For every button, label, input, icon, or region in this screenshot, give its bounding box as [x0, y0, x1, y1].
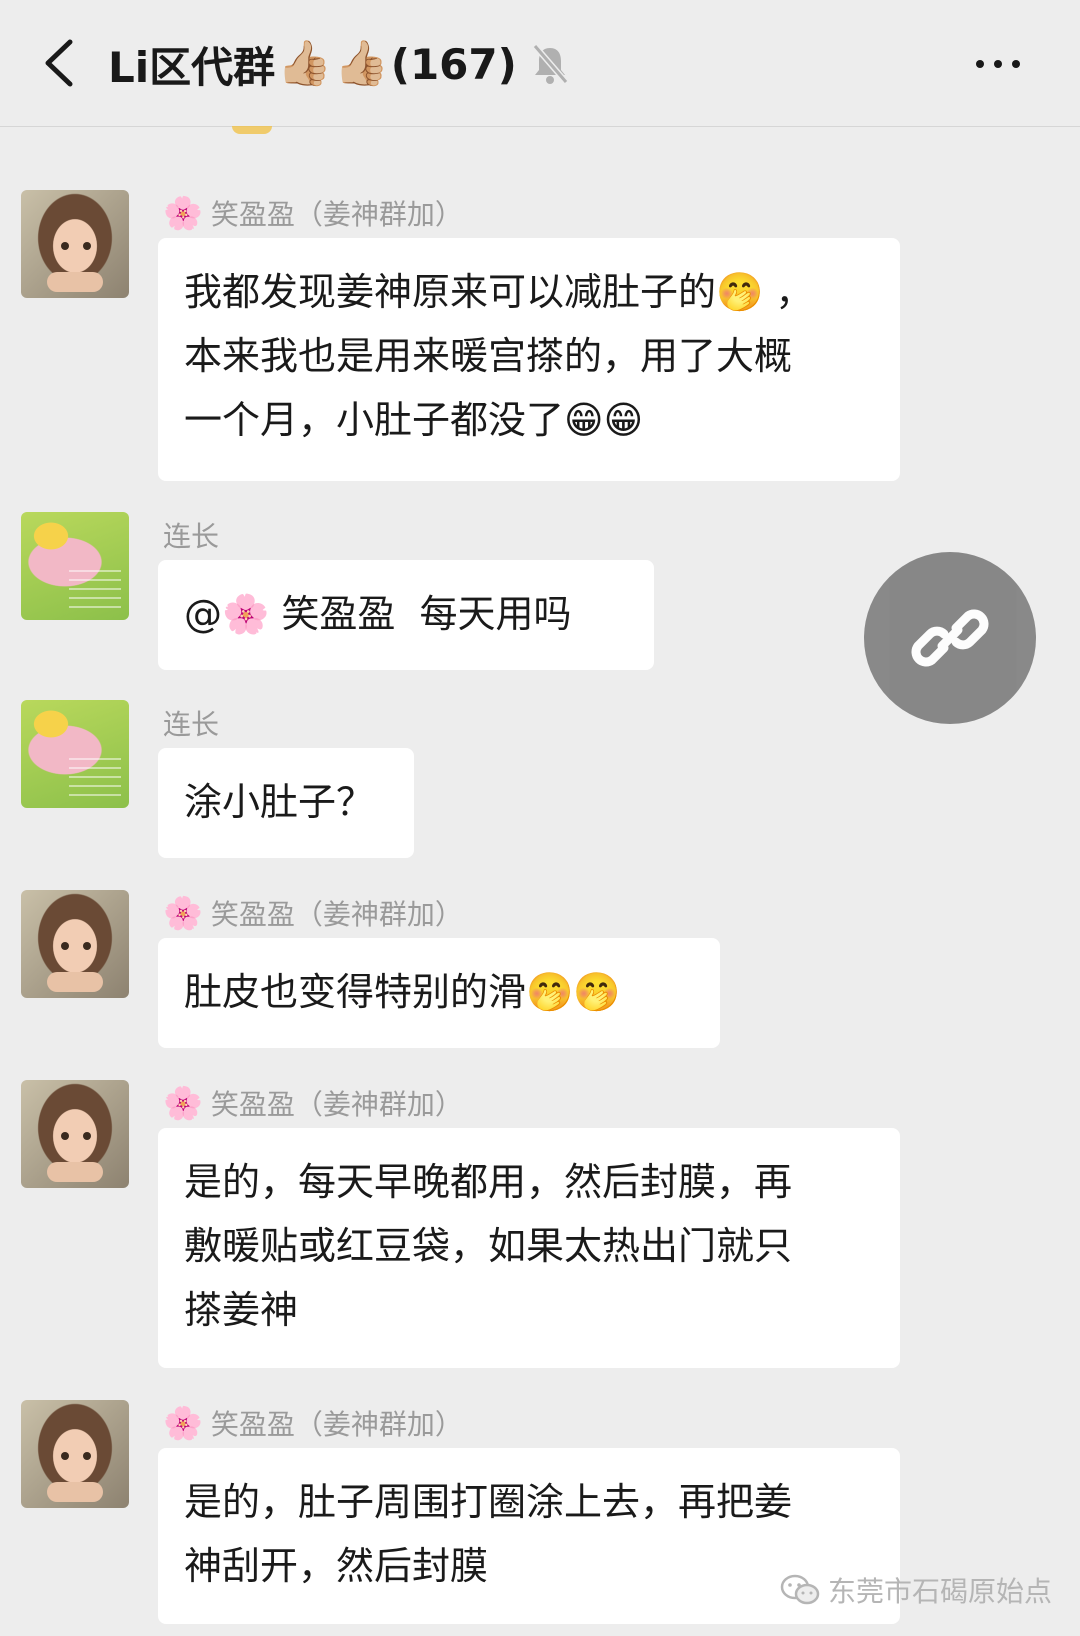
chat-header: Li区代群 👍🏼 👍🏼 (167): [0, 0, 1080, 127]
sender-name: 🌸 笑盈盈（姜神群加）: [163, 1084, 463, 1122]
avatar[interactable]: [21, 1080, 129, 1188]
wechat-icon: [780, 1574, 820, 1605]
avatar[interactable]: [21, 890, 129, 998]
dot: [994, 60, 1002, 68]
cherry-blossom-icon: 🌸: [163, 194, 203, 232]
avatar[interactable]: [21, 1400, 129, 1508]
chat-title-text: Li区代群: [108, 42, 276, 92]
link-icon: [911, 609, 989, 667]
watermark: 东莞市石碣原始点: [780, 1568, 1052, 1612]
back-chevron-icon[interactable]: [38, 38, 82, 88]
avatar[interactable]: [21, 700, 129, 808]
chat-title: Li区代群 👍🏼 👍🏼 (167): [108, 34, 517, 94]
floating-link-button[interactable]: [864, 552, 1036, 724]
thumbs-up-icon: 👍🏼: [277, 38, 332, 89]
message-bubble[interactable]: 我都发现姜神原来可以减肚子的🤭 ， 本来我也是用来暖宫搽的，用了大概 一个月，小…: [158, 238, 900, 481]
dot: [976, 60, 984, 68]
sender-name: 连长: [163, 708, 220, 741]
cherry-blossom-icon: 🌸: [163, 894, 203, 932]
watermark-text: 东莞市石碣原始点: [828, 1575, 1053, 1608]
avatar[interactable]: [21, 190, 129, 298]
sender-name: 连长: [163, 520, 220, 553]
avatar[interactable]: [21, 512, 129, 620]
thumbs-up-icon: 👍🏼: [333, 38, 389, 89]
message-bubble[interactable]: 是的，每天早晚都用，然后封膜，再 敷暖贴或红豆袋，如果太热出门就只 搽姜神: [158, 1128, 900, 1368]
more-options-button[interactable]: [976, 50, 1036, 78]
cherry-blossom-icon: 🌸: [163, 1084, 203, 1122]
sender-name: 🌸 笑盈盈（姜神群加）: [163, 1404, 463, 1442]
bell-muted-icon: [532, 44, 569, 84]
sender-name: 🌸 笑盈盈（姜神群加）: [163, 894, 463, 932]
message-bubble[interactable]: 涂小肚子？: [158, 748, 414, 858]
dot: [1012, 60, 1020, 68]
previous-message-peek: [232, 126, 272, 134]
sender-name: 🌸 笑盈盈（姜神群加）: [163, 194, 463, 232]
member-count: (167): [390, 39, 517, 89]
cherry-blossom-icon: 🌸: [163, 1404, 203, 1442]
message-bubble[interactable]: @🌸 笑盈盈 每天用吗: [158, 560, 654, 670]
message-bubble[interactable]: 肚皮也变得特别的滑🤭🤭: [158, 938, 720, 1048]
